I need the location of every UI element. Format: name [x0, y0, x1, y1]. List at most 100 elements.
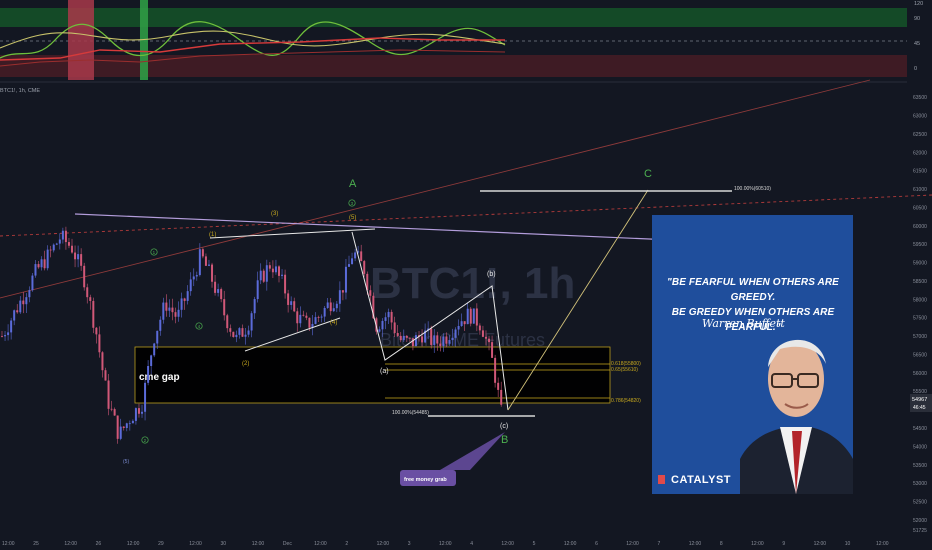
candle	[314, 317, 317, 324]
candle	[83, 265, 86, 288]
time-tick-label: 12:00	[252, 541, 265, 547]
candle	[183, 298, 186, 301]
time-tick-label: 12:00	[626, 541, 639, 547]
indicator-pane[interactable]: BTC1!, 1h, CME 120 90 45 0	[0, 0, 923, 94]
price-tick-label: 60000	[913, 224, 927, 230]
cme-gap-box[interactable]	[134, 346, 611, 404]
candle	[177, 309, 180, 317]
wave-c-label: (c)	[500, 423, 508, 430]
time-tick-label: 12:00	[751, 541, 764, 547]
candle	[384, 317, 387, 321]
candle	[478, 325, 481, 331]
candle	[472, 308, 475, 324]
candle	[302, 314, 305, 316]
price-tick-label: 57000	[913, 334, 927, 340]
fib-65-label: 0.65(55610)	[611, 367, 638, 373]
candle	[86, 287, 89, 298]
catalyst-brand-text: CATALYST	[671, 474, 732, 486]
indicator-signal-red	[68, 0, 94, 80]
time-tick-label: 12:00	[814, 541, 827, 547]
candle	[119, 426, 122, 439]
candle	[31, 275, 34, 291]
price-tick-label: 53000	[913, 481, 927, 487]
candle	[284, 274, 287, 294]
candle	[77, 254, 80, 260]
price-tick-label: 62500	[913, 132, 927, 138]
candle	[253, 299, 256, 314]
candle	[144, 382, 147, 412]
symbol-watermark: BTC1!, 1h	[370, 259, 575, 308]
candle	[232, 331, 235, 338]
candle	[436, 335, 439, 344]
price-tick-label: 52500	[913, 500, 927, 506]
candle	[259, 270, 262, 281]
candle	[22, 300, 25, 305]
candle	[454, 329, 457, 338]
candle	[497, 382, 500, 390]
candle	[305, 315, 308, 318]
candle	[387, 311, 390, 318]
candle	[442, 336, 445, 347]
indicator-tick: 45	[914, 41, 920, 47]
time-tick-label: 12:00	[501, 541, 514, 547]
time-axis[interactable]: 12:00 25 12:00 26 12:00 29 12:00 30 12:00 Dec 12:0…	[2, 541, 889, 547]
candle	[451, 337, 454, 341]
price-tick-label: 60500	[913, 205, 927, 211]
candle	[128, 423, 131, 425]
candle	[396, 332, 399, 336]
candle	[101, 352, 104, 371]
time-tick-label: 26	[96, 541, 102, 547]
time-tick-label: 12:00	[689, 541, 702, 547]
time-tick-label: 3	[408, 541, 411, 547]
quote-line-1: "BE FEARFUL WHEN OTHERS ARE GREEDY.	[667, 277, 839, 303]
candle	[344, 266, 347, 293]
candle	[317, 317, 320, 318]
candle	[274, 266, 277, 273]
candle	[220, 289, 223, 300]
candle	[131, 420, 134, 424]
candle	[481, 330, 484, 337]
candle	[469, 308, 472, 324]
price-tick-label: 54000	[913, 444, 927, 450]
candle	[89, 297, 92, 301]
oversold-zone	[0, 55, 907, 77]
price-tick-label: 58500	[913, 279, 927, 285]
candle	[332, 308, 335, 312]
candle	[241, 328, 244, 337]
candle	[122, 426, 125, 428]
catalyst-logo-icon	[658, 475, 665, 484]
time-tick-label: 12:00	[64, 541, 77, 547]
price-tick-label: 56000	[913, 371, 927, 377]
candle	[351, 258, 354, 265]
time-tick-label: 25	[33, 541, 39, 547]
candle	[363, 261, 366, 274]
candle	[268, 265, 271, 269]
candle	[238, 328, 241, 335]
time-tick-label: 12:00	[564, 541, 577, 547]
candle	[448, 340, 451, 344]
price-tick-label: 63500	[913, 95, 927, 101]
candle	[299, 314, 302, 324]
time-tick-label: 12:00	[876, 541, 889, 547]
time-tick-label: 8	[720, 541, 723, 547]
price-tick-label: 63000	[913, 114, 927, 120]
indicator-tick: 0	[914, 66, 917, 72]
candle	[10, 320, 13, 333]
candle	[189, 279, 192, 292]
candle	[277, 266, 280, 276]
candle	[147, 366, 150, 383]
candle	[25, 297, 28, 305]
time-tick-label: 6	[595, 541, 598, 547]
candle	[4, 335, 7, 337]
candle	[445, 336, 448, 344]
candle	[64, 230, 67, 243]
candle	[466, 308, 469, 325]
candle	[186, 291, 189, 301]
candle	[341, 290, 344, 293]
candle	[80, 254, 83, 266]
candle	[244, 334, 247, 337]
candle	[34, 264, 37, 276]
candle	[195, 275, 198, 277]
impulse-label: (4)	[330, 320, 337, 326]
price-tick-label: 62000	[913, 150, 927, 156]
